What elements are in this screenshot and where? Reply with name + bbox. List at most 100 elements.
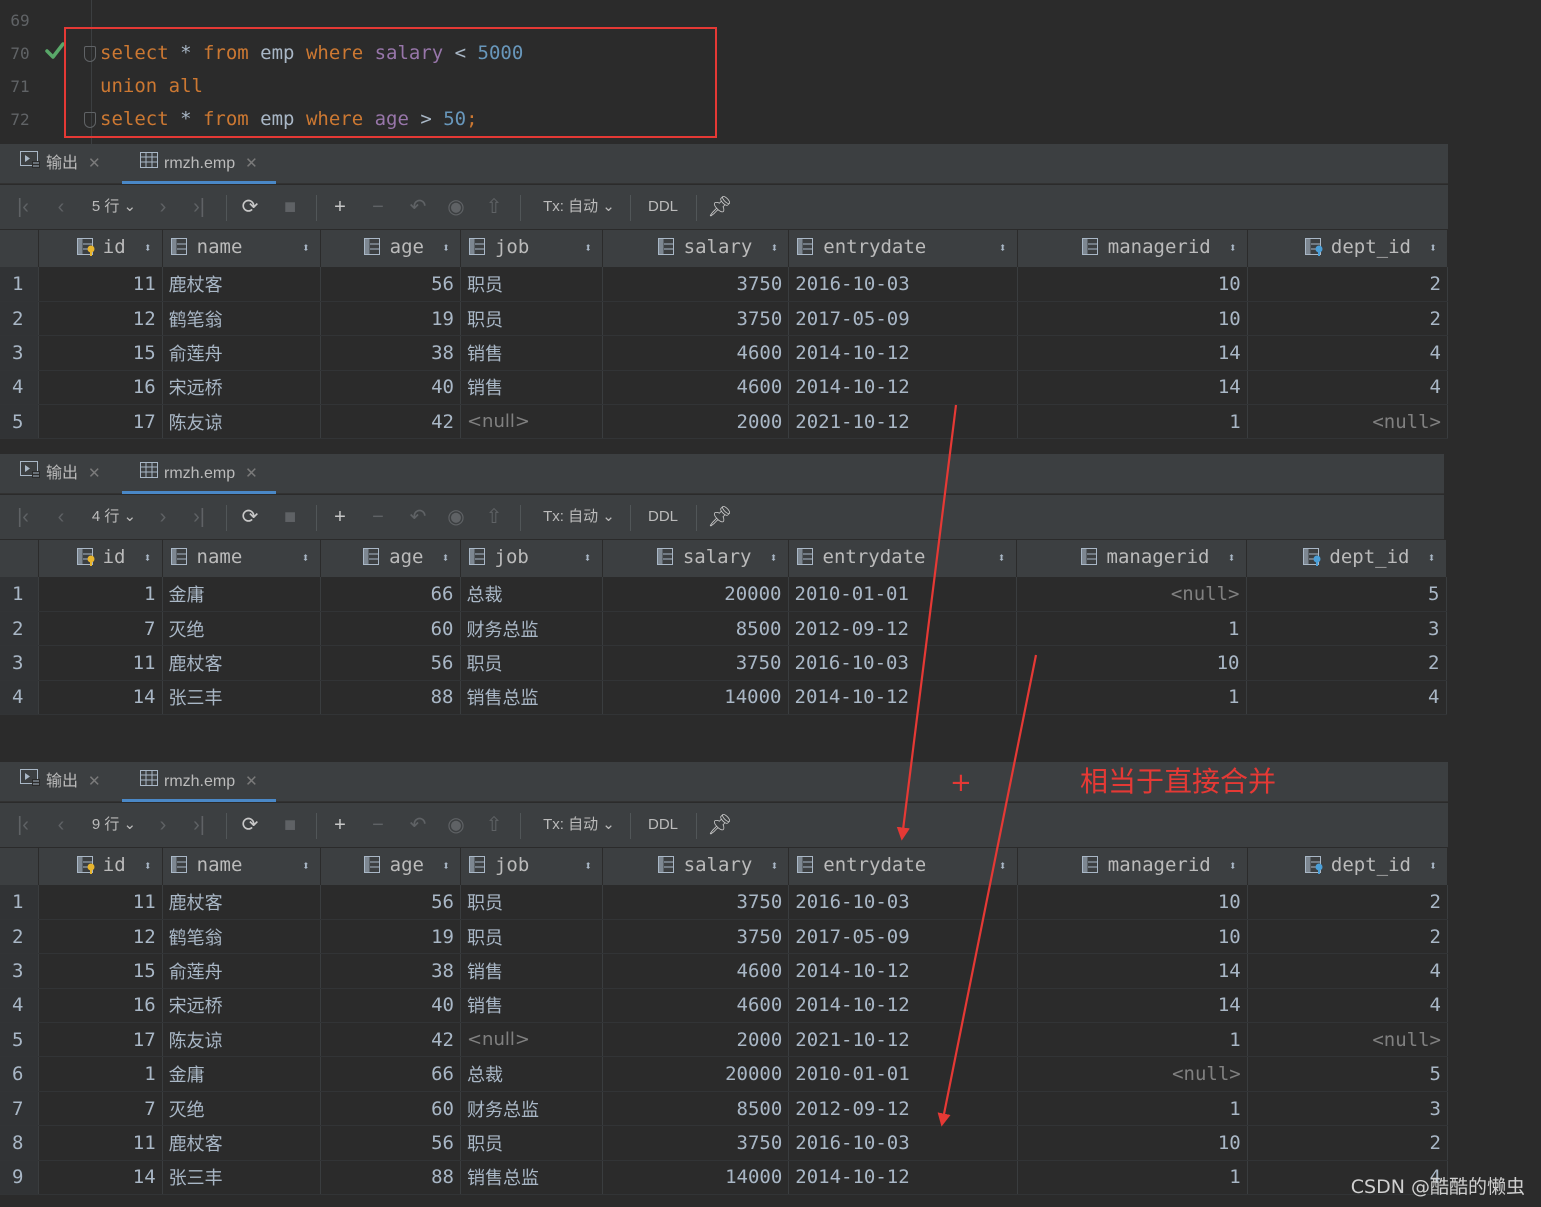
ddl-button[interactable]: DDL bbox=[640, 495, 686, 539]
cell-age[interactable]: 60 bbox=[320, 611, 461, 647]
cell-dept-id[interactable]: 5 bbox=[1246, 577, 1447, 612]
revert-icon[interactable]: ↶ bbox=[404, 495, 432, 539]
cell-dept-id[interactable]: 4 bbox=[1246, 680, 1447, 716]
sort-icon[interactable]: ⬍ bbox=[1428, 540, 1436, 577]
cell-job[interactable]: 职员 bbox=[460, 919, 604, 955]
cell-age[interactable]: 88 bbox=[320, 1160, 461, 1196]
column-header-age[interactable]: age ⬍ bbox=[320, 540, 461, 577]
cell-managerid[interactable]: 14 bbox=[1017, 370, 1248, 406]
cell-id[interactable]: 14 bbox=[38, 1160, 163, 1196]
table-row[interactable]: 3 15 俞莲舟 38 销售 4600 2014-10-12 14 4 bbox=[0, 335, 1449, 371]
column-header-id[interactable]: id ⬍ bbox=[38, 540, 163, 577]
cell-name[interactable]: 鹿杖客 bbox=[162, 885, 321, 920]
table-row[interactable]: 7 7 灭绝 60 财务总监 8500 2012-09-12 1 3 bbox=[0, 1091, 1449, 1127]
cell-name[interactable]: 鹿杖客 bbox=[162, 1125, 321, 1161]
column-header-dept-id[interactable]: dept_id ⬍ bbox=[1247, 230, 1449, 267]
table-row[interactable]: 8 11 鹿杖客 56 职员 3750 2016-10-03 10 2 bbox=[0, 1125, 1449, 1161]
last-page-icon[interactable]: ›| bbox=[186, 803, 212, 847]
next-page-icon[interactable]: › bbox=[150, 185, 176, 229]
sql-editor[interactable]: 69 70 71 72 select * from emp where sala… bbox=[0, 0, 1541, 144]
cell-entrydate[interactable]: 2017-05-09 bbox=[788, 919, 1018, 955]
cell-age[interactable]: 42 bbox=[320, 404, 461, 440]
cell-managerid[interactable]: 1 bbox=[1017, 404, 1248, 440]
cell-entrydate[interactable]: 2014-10-12 bbox=[788, 1160, 1018, 1196]
cell-entrydate[interactable]: 2012-09-12 bbox=[788, 1091, 1018, 1127]
table-row[interactable]: 5 17 陈友谅 42 <null> 2000 2021-10-12 1 <null> bbox=[0, 1022, 1449, 1058]
cell-id[interactable]: 12 bbox=[38, 919, 163, 955]
sort-icon[interactable]: ⬍ bbox=[442, 848, 450, 885]
cell-salary[interactable]: 20000 bbox=[602, 577, 789, 612]
cell-id[interactable]: 15 bbox=[38, 953, 163, 989]
tx-mode-dropdown[interactable]: Tx: 自动 ⌄ bbox=[534, 803, 624, 847]
cell-age[interactable]: 88 bbox=[320, 680, 461, 716]
column-header-salary[interactable]: salary ⬍ bbox=[602, 848, 790, 885]
cell-id[interactable]: 15 bbox=[38, 335, 163, 371]
cell-managerid[interactable]: 1 bbox=[1016, 611, 1247, 647]
cell-age[interactable]: 56 bbox=[320, 885, 461, 920]
add-row-icon[interactable]: + bbox=[326, 185, 354, 229]
cell-managerid[interactable]: <null> bbox=[1016, 577, 1247, 612]
cell-id[interactable]: 1 bbox=[38, 1056, 163, 1092]
delete-row-icon[interactable]: − bbox=[364, 185, 392, 229]
cell-dept-id[interactable]: 3 bbox=[1246, 611, 1447, 647]
cell-dept-id[interactable]: 4 bbox=[1247, 335, 1449, 371]
tx-mode-dropdown[interactable]: Tx: 自动 ⌄ bbox=[534, 185, 624, 229]
cell-age[interactable]: 40 bbox=[320, 988, 461, 1024]
cell-salary[interactable]: 8500 bbox=[602, 611, 789, 647]
column-header-managerid[interactable]: managerid ⬍ bbox=[1016, 540, 1247, 577]
cell-dept-id[interactable]: 3 bbox=[1247, 1091, 1449, 1127]
column-header-job[interactable]: job ⬍ bbox=[460, 230, 604, 267]
table-row[interactable]: 1 11 鹿杖客 56 职员 3750 2016-10-03 10 2 bbox=[0, 267, 1449, 302]
cell-id[interactable]: 14 bbox=[38, 680, 163, 716]
table-row[interactable]: 4 16 宋远桥 40 销售 4600 2014-10-12 14 4 bbox=[0, 370, 1449, 406]
tab-output[interactable]: 输出 ✕ bbox=[20, 454, 101, 494]
tx-mode-dropdown[interactable]: Tx: 自动 ⌄ bbox=[534, 495, 624, 539]
sort-icon[interactable]: ⬍ bbox=[144, 230, 152, 267]
cell-age[interactable]: 40 bbox=[320, 370, 461, 406]
sort-icon[interactable]: ⬍ bbox=[999, 848, 1007, 885]
cell-managerid[interactable]: 10 bbox=[1017, 301, 1248, 337]
cell-age[interactable]: 66 bbox=[320, 1056, 461, 1092]
cell-dept-id[interactable]: 2 bbox=[1247, 919, 1449, 955]
cell-name[interactable]: 陈友谅 bbox=[162, 1022, 321, 1058]
cell-entrydate[interactable]: 2014-10-12 bbox=[788, 953, 1018, 989]
sort-icon[interactable]: ⬍ bbox=[302, 540, 310, 577]
cell-age[interactable]: 56 bbox=[320, 1125, 461, 1161]
column-header-name[interactable]: name ⬍ bbox=[162, 540, 321, 577]
cell-id[interactable]: 11 bbox=[38, 645, 163, 681]
cell-name[interactable]: 鹿杖客 bbox=[162, 645, 321, 681]
table-row[interactable]: 3 15 俞莲舟 38 销售 4600 2014-10-12 14 4 bbox=[0, 953, 1449, 989]
close-icon[interactable]: ✕ bbox=[245, 773, 258, 790]
revert-icon[interactable]: ↶ bbox=[404, 803, 432, 847]
cell-entrydate[interactable]: 2021-10-12 bbox=[788, 1022, 1018, 1058]
cell-age[interactable]: 19 bbox=[320, 301, 461, 337]
cell-salary[interactable]: 3750 bbox=[602, 267, 790, 302]
view-icon[interactable]: ◉ bbox=[442, 495, 470, 539]
cell-name[interactable]: 俞莲舟 bbox=[162, 335, 321, 371]
refresh-icon[interactable]: ⟳ bbox=[236, 803, 264, 847]
column-header-dept-id[interactable]: dept_id ⬍ bbox=[1246, 540, 1447, 577]
submit-icon[interactable]: ⇧ bbox=[480, 185, 508, 229]
cell-id[interactable]: 11 bbox=[38, 1125, 163, 1161]
cell-id[interactable]: 7 bbox=[38, 1091, 163, 1127]
first-page-icon[interactable]: |‹ bbox=[10, 803, 36, 847]
cell-entrydate[interactable]: 2016-10-03 bbox=[788, 645, 1017, 681]
cell-managerid[interactable]: 10 bbox=[1017, 1125, 1248, 1161]
sort-icon[interactable]: ⬍ bbox=[1229, 230, 1237, 267]
cell-managerid[interactable]: 10 bbox=[1017, 919, 1248, 955]
sort-icon[interactable]: ⬍ bbox=[1228, 540, 1236, 577]
cell-name[interactable]: 张三丰 bbox=[162, 680, 321, 716]
sort-icon[interactable]: ⬍ bbox=[302, 848, 310, 885]
cell-salary[interactable]: 14000 bbox=[602, 1160, 790, 1196]
column-header-name[interactable]: name ⬍ bbox=[162, 848, 321, 885]
tab-output[interactable]: 输出 ✕ bbox=[20, 762, 101, 802]
cell-job[interactable]: 销售总监 bbox=[460, 680, 603, 716]
column-header-dept-id[interactable]: dept_id ⬍ bbox=[1247, 848, 1449, 885]
cell-salary[interactable]: 3750 bbox=[602, 885, 790, 920]
cell-job[interactable]: 财务总监 bbox=[460, 1091, 604, 1127]
cell-job[interactable]: <null> bbox=[460, 404, 604, 440]
cell-name[interactable]: 鹤笔翁 bbox=[162, 919, 321, 955]
cell-age[interactable]: 56 bbox=[320, 645, 461, 681]
close-icon[interactable]: ✕ bbox=[88, 465, 101, 482]
sort-icon[interactable]: ⬍ bbox=[1429, 230, 1437, 267]
